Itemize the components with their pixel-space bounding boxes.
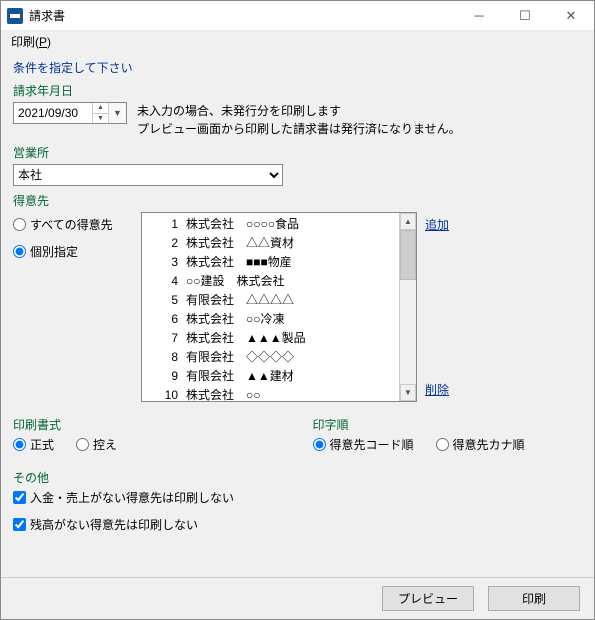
list-item[interactable]: 8 有限会社 ◇◇◇◇ [142, 348, 399, 367]
date-dropdown-button[interactable]: ▼ [108, 103, 126, 123]
date-note: 未入力の場合、未発行分を印刷します プレビュー画面から印刷した請求書は発行済にな… [137, 102, 461, 138]
minimize-button[interactable]: ─ [456, 1, 502, 31]
window-title: 請求書 [29, 7, 456, 24]
customers-label: 得意先 [13, 192, 582, 209]
scroll-down-button[interactable]: ▼ [400, 384, 416, 401]
menubar: 印刷(P) [1, 31, 594, 53]
list-item-no: 5 [148, 292, 178, 309]
list-item-no: 10 [148, 387, 178, 401]
list-item-text: 有限会社 ◇◇◇◇ [186, 349, 393, 366]
footer: プレビュー 印刷 [1, 577, 594, 619]
date-input[interactable] [14, 103, 92, 123]
list-item-no: 6 [148, 311, 178, 328]
window: 請求書 ─ ☐ ✕ 印刷(P) 条件を指定して下さい 請求年月日 ▲▼ ▼ 未入… [0, 0, 595, 620]
check-no-payment-sales[interactable]: 入金・売上がない得意先は印刷しない [13, 489, 582, 506]
date-picker[interactable]: ▲▼ ▼ [13, 102, 127, 124]
office-select[interactable]: 本社 [13, 164, 283, 186]
list-item[interactable]: 3 株式会社 ■■■物産 [142, 253, 399, 272]
order-label: 印字順 [313, 416, 583, 433]
menu-print[interactable]: 印刷(P) [11, 35, 51, 49]
other-label: その他 [13, 469, 582, 486]
date-spinner[interactable]: ▲▼ [92, 103, 108, 123]
radio-format-copy[interactable]: 控え [76, 436, 117, 453]
content: 条件を指定して下さい 請求年月日 ▲▼ ▼ 未入力の場合、未発行分を印刷します … [1, 53, 594, 577]
list-item-text: 有限会社 △△△△ [186, 292, 393, 309]
preview-button[interactable]: プレビュー [382, 586, 474, 611]
titlebar: 請求書 ─ ☐ ✕ [1, 1, 594, 31]
close-button[interactable]: ✕ [548, 1, 594, 31]
format-label: 印刷書式 [13, 416, 283, 433]
list-item[interactable]: 2 株式会社 △△資材 [142, 234, 399, 253]
delete-link[interactable]: 削除 [425, 381, 449, 398]
list-item-no: 1 [148, 216, 178, 233]
print-button[interactable]: 印刷 [488, 586, 580, 611]
list-item-text: 株式会社 ○○冷凍 [186, 311, 393, 328]
listbox-scrollbar[interactable]: ▲ ▼ [399, 213, 416, 401]
list-item-text: 株式会社 ▲▲▲製品 [186, 330, 393, 347]
list-item-no: 2 [148, 235, 178, 252]
list-item[interactable]: 1 株式会社 ○○○○食品 [142, 215, 399, 234]
list-item[interactable]: 6 株式会社 ○○冷凍 [142, 310, 399, 329]
date-label: 請求年月日 [13, 82, 582, 99]
scroll-track[interactable] [400, 230, 416, 384]
office-label: 営業所 [13, 144, 582, 161]
radio-order-code[interactable]: 得意先コード順 [313, 436, 414, 453]
maximize-button[interactable]: ☐ [502, 1, 548, 31]
radio-all-customers[interactable]: すべての得意先 [13, 216, 133, 233]
scroll-thumb[interactable] [400, 230, 416, 280]
list-item[interactable]: 10 株式会社 ○○ [142, 386, 399, 401]
list-item-no: 7 [148, 330, 178, 347]
list-item-text: 有限会社 ▲▲建材 [186, 368, 393, 385]
app-icon [7, 8, 23, 24]
list-item[interactable]: 4 ○○建設 株式会社 [142, 272, 399, 291]
radio-format-formal[interactable]: 正式 [13, 436, 54, 453]
list-item-no: 4 [148, 273, 178, 290]
list-item-text: 株式会社 ○○ [186, 387, 393, 401]
list-item[interactable]: 7 株式会社 ▲▲▲製品 [142, 329, 399, 348]
check-no-balance[interactable]: 残高がない得意先は印刷しない [13, 516, 582, 533]
instruction-text: 条件を指定して下さい [13, 59, 582, 76]
scroll-up-button[interactable]: ▲ [400, 213, 416, 230]
radio-individual[interactable]: 個別指定 [13, 243, 133, 260]
list-item-text: 株式会社 ■■■物産 [186, 254, 393, 271]
list-item-no: 3 [148, 254, 178, 271]
list-item[interactable]: 9 有限会社 ▲▲建材 [142, 367, 399, 386]
customer-listbox[interactable]: 1 株式会社 ○○○○食品 2 株式会社 △△資材 3 株式会社 ■■■物産 4 ○○建設 株… [141, 212, 417, 402]
list-item-text: 株式会社 ○○○○食品 [186, 216, 393, 233]
list-item-no: 9 [148, 368, 178, 385]
list-item-text: ○○建設 株式会社 [186, 273, 393, 290]
list-item[interactable]: 5 有限会社 △△△△ [142, 291, 399, 310]
list-item-text: 株式会社 △△資材 [186, 235, 393, 252]
list-item-no: 8 [148, 349, 178, 366]
radio-order-kana[interactable]: 得意先カナ順 [436, 436, 525, 453]
add-link[interactable]: 追加 [425, 216, 449, 233]
